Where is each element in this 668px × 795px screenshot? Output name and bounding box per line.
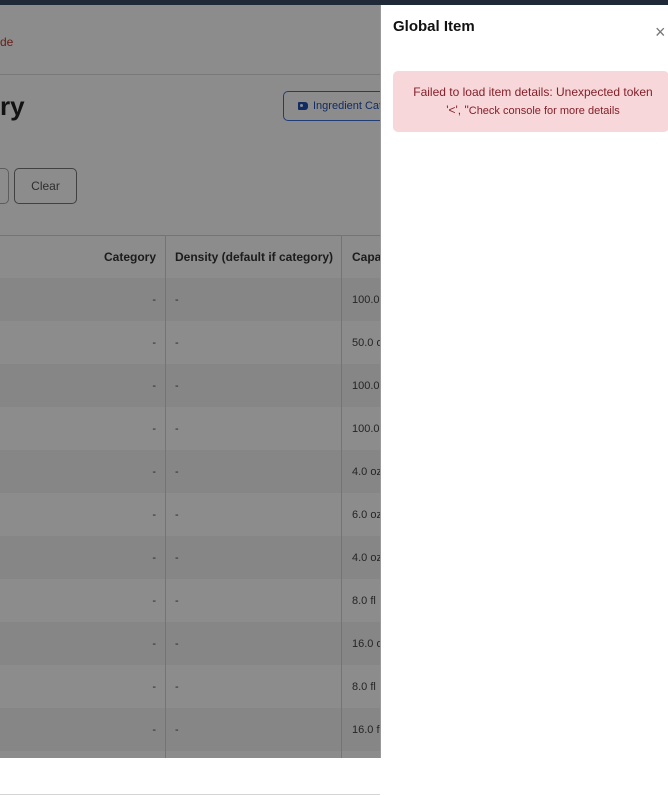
error-message: Failed to load item details: Unexpected … [413,85,653,99]
close-icon[interactable]: × [655,23,668,41]
panel-title: Global Item [393,18,475,35]
error-token: '<', " [446,103,469,117]
error-hint: Check console for more details [468,105,620,117]
modal-backdrop[interactable] [0,5,380,758]
error-alert: Failed to load item details: Unexpected … [393,71,668,132]
global-item-panel: Global Item × Failed to load item detail… [380,5,668,758]
